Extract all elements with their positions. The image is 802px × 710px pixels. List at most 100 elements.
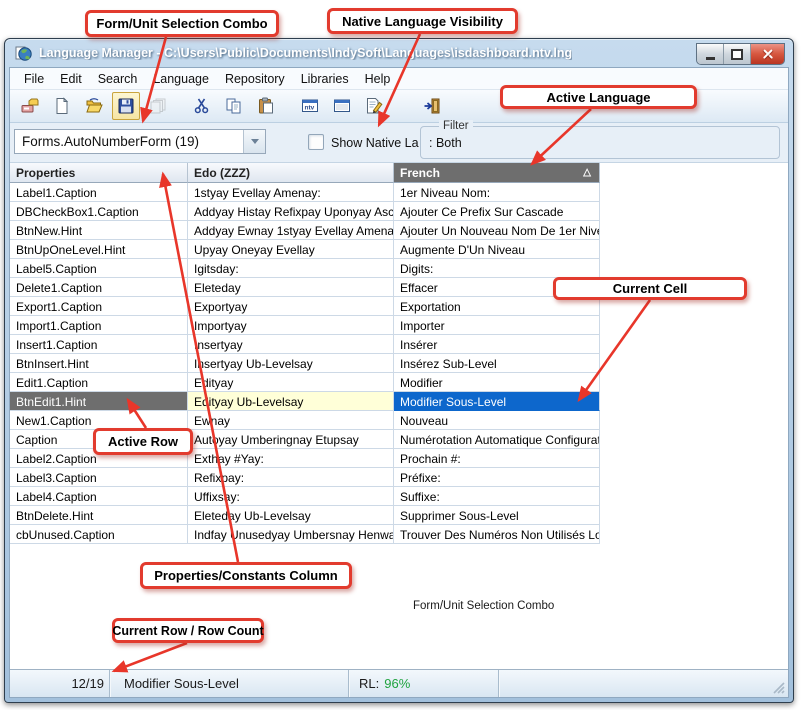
resize-grip[interactable] (772, 681, 785, 694)
cell-edo[interactable]: Addyay Histay Refixpay Uponyay Ascad (188, 202, 394, 221)
cell-edo[interactable]: Ewnay (188, 411, 394, 430)
new-file-button[interactable] (48, 92, 76, 120)
cell-edo[interactable]: Insertyay Ub-Levelsay (188, 354, 394, 373)
table-row[interactable]: BtnDelete.Hint Eleteday Ub-Levelsay Supp… (10, 506, 788, 525)
column-header-properties[interactable]: Properties (10, 163, 188, 183)
cell-edo[interactable]: Indfay Unusedyay Umbersnay Henway (188, 525, 394, 544)
close-button[interactable] (751, 44, 784, 64)
table-row[interactable]: Label4.Caption Uffixsay: Suffixe: (10, 487, 788, 506)
rl-value: 96% (384, 676, 410, 691)
table-row[interactable]: Import1.Caption Importyay Importer (10, 316, 788, 335)
menu-item[interactable]: Help (357, 70, 399, 88)
cell-property[interactable]: Export1.Caption (10, 297, 188, 316)
table-row[interactable]: cbUnused.Caption Indfay Unusedyay Umbers… (10, 525, 788, 544)
save-all-button[interactable] (144, 92, 172, 120)
cell-edo[interactable]: Eleteday Ub-Levelsay (188, 506, 394, 525)
cell-edo[interactable]: Uffixsay: (188, 487, 394, 506)
cell-property[interactable]: BtnEdit1.Hint (10, 392, 188, 411)
menu-item[interactable]: Repository (217, 70, 293, 88)
cell-property[interactable]: BtnDelete.Hint (10, 506, 188, 525)
cell-french[interactable]: Modifier (394, 373, 600, 392)
app-window: Language Manager - C:\Users\Public\Docum… (4, 38, 794, 703)
combo-dropdown-button[interactable] (243, 130, 265, 153)
cell-edo[interactable]: Addyay Ewnay 1styay Evellay Amenay (188, 221, 394, 240)
paste-button[interactable] (252, 92, 280, 120)
minimize-button[interactable] (697, 44, 724, 64)
cell-edo[interactable]: 1styay Evellay Amenay: (188, 183, 394, 202)
cell-edo[interactable]: Eleteday (188, 278, 394, 297)
table-row[interactable]: BtnUpOneLevel.Hint Upyay Oneyay Evellay … (10, 240, 788, 259)
cell-property[interactable]: BtnInsert.Hint (10, 354, 188, 373)
cell-french[interactable]: 1er Niveau Nom: (394, 183, 600, 202)
new-translation-icon (21, 97, 39, 115)
cell-property[interactable]: Label5.Caption (10, 259, 188, 278)
column-header-french[interactable]: French △ (394, 163, 600, 183)
cell-property[interactable]: Label3.Caption (10, 468, 188, 487)
cell-property[interactable]: cbUnused.Caption (10, 525, 188, 544)
cell-french[interactable]: Insérez Sub-Level (394, 354, 600, 373)
table-row[interactable]: Insert1.Caption Insertyay Insérer (10, 335, 788, 354)
edit-translation-button[interactable] (360, 92, 388, 120)
cell-edo[interactable]: Igitsday: (188, 259, 394, 278)
cell-property[interactable]: Label1.Caption (10, 183, 188, 202)
cell-property[interactable]: Label4.Caption (10, 487, 188, 506)
restore-button[interactable] (724, 44, 751, 64)
cell-french[interactable]: Suffixe: (394, 487, 600, 506)
cell-french[interactable]: Ajouter Un Nouveau Nom De 1er Niveau (394, 221, 600, 240)
menu-item[interactable]: Language (145, 70, 217, 88)
cell-french[interactable]: Importer (394, 316, 600, 335)
cell-edo[interactable]: Edityay (188, 373, 394, 392)
cell-french[interactable]: Modifier Sous-Level (394, 392, 600, 411)
cell-french[interactable]: Préfixe: (394, 468, 600, 487)
cell-french[interactable]: Ajouter Ce Prefix Sur Cascade (394, 202, 600, 221)
cell-edo[interactable]: Exportyay (188, 297, 394, 316)
cell-french[interactable]: Numérotation Automatique Configuration (394, 430, 600, 449)
menu-item[interactable]: Search (90, 70, 146, 88)
show-native-label: Show Native Langu (331, 136, 419, 150)
cell-property[interactable]: Delete1.Caption (10, 278, 188, 297)
ntv-window-button[interactable]: ntv (296, 92, 324, 120)
cell-french[interactable]: Nouveau (394, 411, 600, 430)
open-file-button[interactable] (80, 92, 108, 120)
cell-property[interactable]: Import1.Caption (10, 316, 188, 335)
cell-property[interactable]: BtnUpOneLevel.Hint (10, 240, 188, 259)
cell-french[interactable]: Digits: (394, 259, 600, 278)
window-options-button[interactable] (328, 92, 356, 120)
save-button[interactable] (112, 92, 140, 120)
table-row[interactable]: BtnNew.Hint Addyay Ewnay 1styay Evellay … (10, 221, 788, 240)
cell-property[interactable]: DBCheckBox1.Caption (10, 202, 188, 221)
cell-edo[interactable]: Edityay Ub-Levelsay (188, 392, 394, 411)
cell-french[interactable]: Trouver Des Numéros Non Utilisés Lorsc (394, 525, 600, 544)
cut-button[interactable] (188, 92, 216, 120)
new-translation-button[interactable] (16, 92, 44, 120)
table-row[interactable]: DBCheckBox1.Caption Addyay Histay Refixp… (10, 202, 788, 221)
table-row[interactable]: Label5.Caption Igitsday: Digits: (10, 259, 788, 278)
menu-item[interactable]: Libraries (293, 70, 357, 88)
menu-item[interactable]: Edit (52, 70, 90, 88)
cell-edo[interactable]: Upyay Oneyay Evellay (188, 240, 394, 259)
save-icon (117, 97, 135, 115)
table-row[interactable]: BtnEdit1.Hint Edityay Ub-Levelsay Modifi… (10, 392, 788, 411)
cell-french[interactable]: Augmente D'Un Niveau (394, 240, 600, 259)
cell-property[interactable]: BtnNew.Hint (10, 221, 188, 240)
cell-edo[interactable]: Importyay (188, 316, 394, 335)
cell-property[interactable]: Edit1.Caption (10, 373, 188, 392)
table-row[interactable]: Label3.Caption Refixpay: Préfixe: (10, 468, 788, 487)
show-native-checkbox[interactable] (308, 134, 324, 150)
column-header-edo[interactable]: Edo (ZZZ) (188, 163, 394, 183)
cell-french[interactable]: Supprimer Sous-Level (394, 506, 600, 525)
table-row[interactable]: Label1.Caption 1styay Evellay Amenay: 1e… (10, 183, 788, 202)
copy-button[interactable] (220, 92, 248, 120)
cell-french[interactable]: Insérer (394, 335, 600, 354)
cell-french[interactable]: Prochain #: (394, 449, 600, 468)
cell-edo[interactable]: Insertyay (188, 335, 394, 354)
exit-button[interactable] (418, 92, 446, 120)
form-unit-combo[interactable]: Forms.AutoNumberForm (19) (14, 129, 266, 154)
cell-edo[interactable]: Autoyay Umberingnay Etupsay (188, 430, 394, 449)
cell-edo[interactable]: Refixpay: (188, 468, 394, 487)
table-row[interactable]: BtnInsert.Hint Insertyay Ub-Levelsay Ins… (10, 354, 788, 373)
cell-property[interactable]: Insert1.Caption (10, 335, 188, 354)
table-row[interactable]: Edit1.Caption Edityay Modifier (10, 373, 788, 392)
cell-edo[interactable]: Exthay #Yay: (188, 449, 394, 468)
menu-item[interactable]: File (16, 70, 52, 88)
